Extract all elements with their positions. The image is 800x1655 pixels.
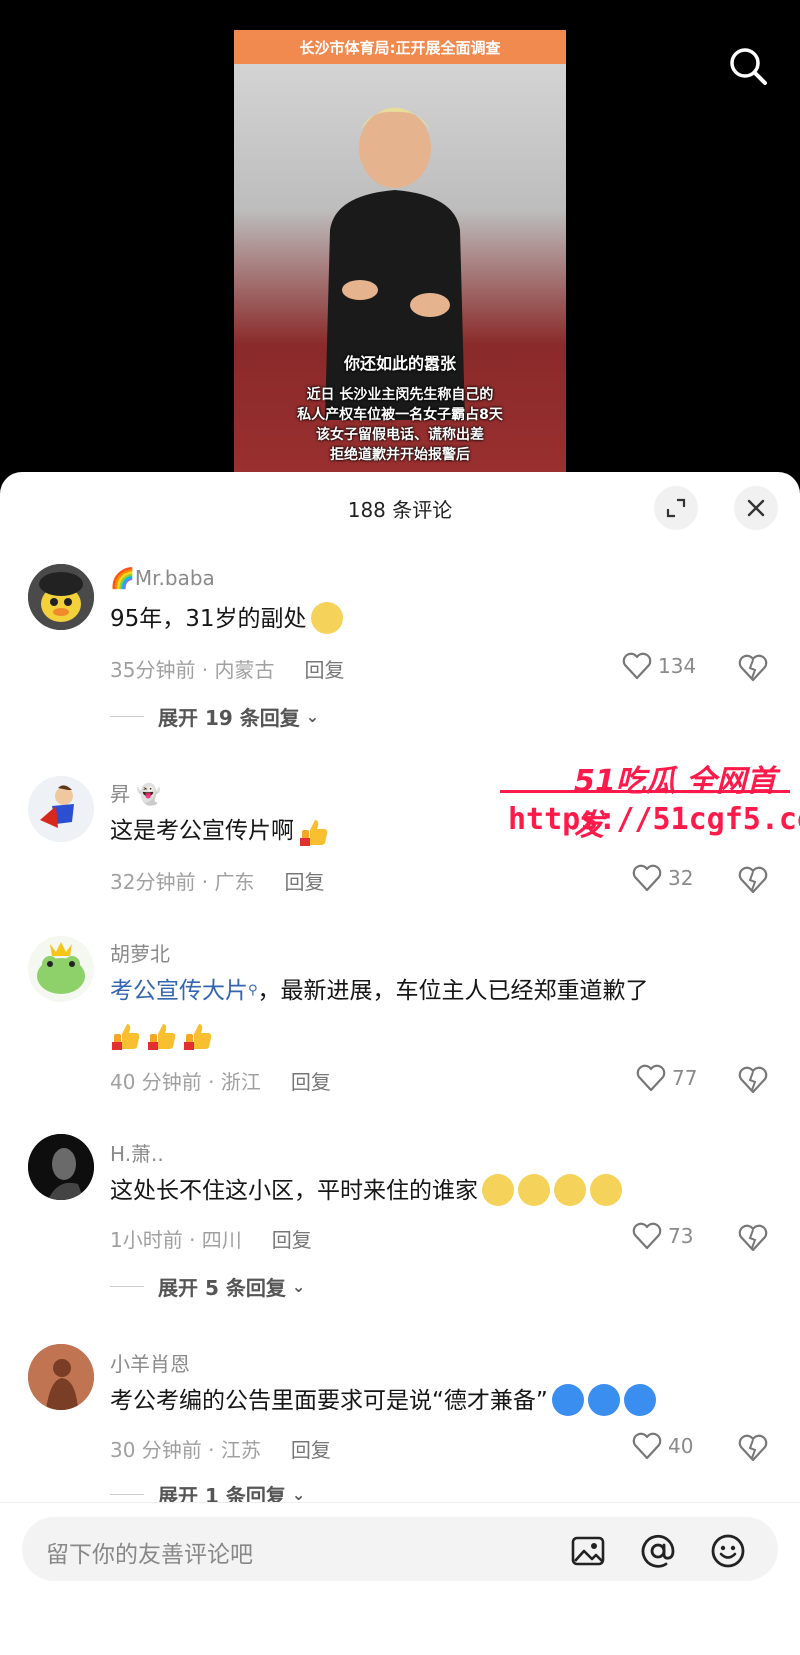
avatar-dark-image xyxy=(28,1134,94,1200)
reply-button[interactable]: 回复 xyxy=(305,658,345,682)
avatar-frog-image xyxy=(28,936,94,1002)
reply-button[interactable]: 回复 xyxy=(291,1438,331,1462)
username[interactable]: 小羊肖恩 xyxy=(110,1348,190,1377)
dislike-heart-icon[interactable] xyxy=(738,1223,768,1253)
avatar[interactable] xyxy=(28,776,94,842)
comment-text: 考公考编的公告里面要求可是说“德才兼备” xyxy=(110,1383,760,1418)
chevron-down-icon: ⌄ xyxy=(305,707,320,726)
comment-text: 这处长不住这小区，平时来住的谁家 xyxy=(110,1173,760,1208)
avatar[interactable] xyxy=(28,564,94,630)
expand-icon xyxy=(666,498,686,518)
reply-button[interactable]: 回复 xyxy=(285,870,325,894)
cold-sweat-emoji-icon xyxy=(551,1383,584,1416)
shush-emoji-icon xyxy=(554,1173,586,1206)
like-button[interactable]: 73 xyxy=(632,1222,693,1250)
watermark-rule xyxy=(500,790,790,793)
like-count: 32 xyxy=(668,866,694,890)
video-banner: 长沙市体育局:正开展全面调查 xyxy=(234,30,566,64)
like-count: 73 xyxy=(668,1224,694,1248)
heart-icon xyxy=(622,652,652,680)
comment-meta: 32分钟前 · 广东 回复 xyxy=(110,870,325,894)
expand-replies-button[interactable]: 展开 5 条回复 ⌄ xyxy=(110,1272,305,1301)
search-small-icon: ⚲ xyxy=(248,983,258,998)
comment-text: 95年，31岁的副处 xyxy=(110,601,760,636)
cold-sweat-emoji-icon xyxy=(587,1383,620,1416)
avatar[interactable] xyxy=(28,936,94,1002)
search-icon[interactable] xyxy=(726,44,770,88)
topic-link[interactable]: 考公宣传大片 xyxy=(110,978,248,1004)
shush-emoji-icon xyxy=(590,1173,622,1206)
avatar-superman-image xyxy=(28,776,94,842)
username[interactable]: 胡萝北 xyxy=(110,938,170,967)
dislike-heart-icon[interactable] xyxy=(738,653,768,683)
heart-icon xyxy=(636,1064,666,1092)
heart-icon xyxy=(632,864,662,892)
expand-button[interactable] xyxy=(654,486,698,530)
reply-button[interactable]: 回复 xyxy=(291,1070,331,1094)
like-count: 134 xyxy=(658,654,697,678)
shush-emoji-icon xyxy=(482,1173,514,1206)
comment-meta: 1小时前 · 四川 回复 xyxy=(110,1228,312,1252)
avatar[interactable] xyxy=(28,1344,94,1410)
comment-input-placeholder: 留下你的友善评论吧 xyxy=(46,1542,253,1568)
like-button[interactable]: 77 xyxy=(636,1064,697,1092)
close-icon xyxy=(747,499,765,517)
video-caption-line-4: 拒绝道歉并开始报警后 xyxy=(330,447,470,463)
dislike-heart-icon[interactable] xyxy=(738,865,768,895)
dislike-heart-icon[interactable] xyxy=(738,1433,768,1463)
thumbs-up-icon xyxy=(146,1020,178,1052)
divider xyxy=(110,1494,144,1495)
comment-meta: 40 分钟前 · 浙江 回复 xyxy=(110,1070,331,1094)
sweat-emoji-icon xyxy=(310,601,343,634)
video-caption-line-1: 近日 长沙业主闵先生称自己的 xyxy=(306,387,494,403)
thumbs-up-icon xyxy=(110,1020,142,1052)
video-caption-line-2: 私人产权车位被一名女子霸占8天 xyxy=(297,407,503,423)
avatar-silhouette-image xyxy=(28,1344,94,1410)
rainbow-icon: 🌈 xyxy=(110,566,135,590)
watermark-url: https://51cgf5.com xyxy=(508,802,800,837)
video-caption-line-3: 该女子留假电话、谎称出差 xyxy=(316,427,484,443)
divider xyxy=(110,1286,144,1287)
image-icon[interactable] xyxy=(570,1533,606,1569)
like-button[interactable]: 32 xyxy=(632,864,693,892)
heart-icon xyxy=(632,1432,662,1460)
video-caption-top: 你还如此的嚣张 xyxy=(343,354,456,373)
comment-meta: 30 分钟前 · 江苏 回复 xyxy=(110,1438,331,1462)
dislike-heart-icon[interactable] xyxy=(738,1065,768,1095)
comment-input-bar: 留下你的友善评论吧 xyxy=(0,1502,800,1655)
username[interactable]: 🌈Mr.baba xyxy=(110,566,215,590)
like-button[interactable]: 134 xyxy=(622,652,696,680)
avatar[interactable] xyxy=(28,1134,94,1200)
at-icon[interactable] xyxy=(640,1533,676,1569)
reply-button[interactable]: 回复 xyxy=(272,1228,312,1252)
comment-input[interactable]: 留下你的友善评论吧 xyxy=(22,1517,778,1581)
emoji-icon[interactable] xyxy=(710,1533,746,1569)
divider xyxy=(110,716,144,717)
close-button[interactable] xyxy=(734,486,778,530)
expand-replies-button[interactable]: 展开 19 条回复 ⌄ xyxy=(110,702,319,731)
avatar-duck-image xyxy=(28,564,94,630)
screen: 长沙市体育局:正开展全面调查 你还如此的嚣张 近日 长沙业主闵先生称自己的 私人… xyxy=(0,0,800,1655)
username[interactable]: 昇 👻 xyxy=(110,778,161,807)
cold-sweat-emoji-icon xyxy=(623,1383,656,1416)
comment-meta: 35分钟前 · 内蒙古 回复 xyxy=(110,658,345,682)
comment-emoji-row xyxy=(110,1018,760,1052)
like-count: 40 xyxy=(668,1434,694,1458)
ghost-icon: 👻 xyxy=(136,782,162,806)
like-count: 77 xyxy=(672,1066,698,1090)
shush-emoji-icon xyxy=(518,1173,550,1206)
comment-text: 考公宣传大片⚲，最新进展，车位主人已经郑重道歉了 xyxy=(110,978,649,1004)
chevron-down-icon: ⌄ xyxy=(291,1277,306,1296)
thumbs-up-icon xyxy=(182,1020,214,1052)
video-player[interactable]: 长沙市体育局:正开展全面调查 你还如此的嚣张 近日 长沙业主闵先生称自己的 私人… xyxy=(234,30,566,480)
thumbs-up-icon xyxy=(298,816,330,848)
like-button[interactable]: 40 xyxy=(632,1432,693,1460)
username[interactable]: H.萧.. xyxy=(110,1138,164,1167)
heart-icon xyxy=(632,1222,662,1250)
